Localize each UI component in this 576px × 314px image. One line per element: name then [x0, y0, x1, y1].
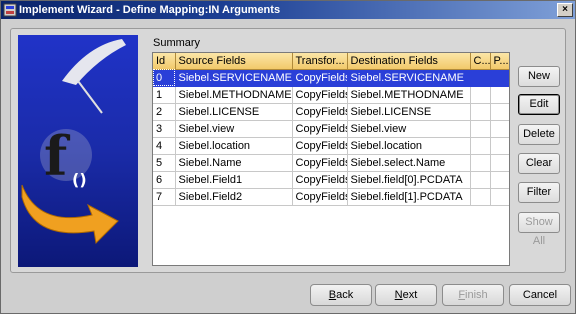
- wizard-window: Implement Wizard - Define Mapping:IN Arg…: [0, 0, 576, 314]
- cell-c: [470, 86, 491, 104]
- cell-c: [470, 69, 491, 87]
- cell-c: [470, 103, 491, 121]
- next-button[interactable]: Next: [375, 284, 437, 306]
- cell-id: 7: [153, 188, 176, 206]
- close-button[interactable]: ×: [557, 3, 573, 17]
- table-row[interactable]: 0 Siebel.SERVICENAME CopyFields Siebel.S…: [153, 69, 509, 87]
- edit-button[interactable]: Edit: [518, 94, 560, 115]
- table-row[interactable]: 2 Siebel.LICENSE CopyFields Siebel.LICEN…: [153, 103, 509, 121]
- cell-c: [470, 188, 491, 206]
- cell-destination: Siebel.SERVICENAME: [347, 69, 471, 87]
- back-label: ack: [336, 289, 354, 301]
- column-header-destination-fields[interactable]: Destination Fields: [347, 53, 471, 70]
- column-header-source-fields[interactable]: Source Fields: [175, 53, 293, 70]
- cell-transform: CopyFields: [292, 86, 348, 104]
- clear-button[interactable]: Clear: [518, 153, 560, 174]
- finish-button[interactable]: Finish: [442, 284, 504, 306]
- back-mnemonic: B: [328, 289, 337, 301]
- cell-transform: CopyFields: [292, 103, 348, 121]
- parens-glyph: (): [72, 170, 87, 189]
- table-row[interactable]: 7 Siebel.Field2 CopyFields Siebel.field[…: [153, 188, 509, 206]
- cell-transform: CopyFields: [292, 69, 348, 87]
- cell-source: Siebel.Name: [175, 154, 293, 172]
- table-header-row: Id Source Fields Transfor... Destination…: [153, 53, 509, 70]
- cell-transform: CopyFields: [292, 154, 348, 172]
- cell-destination: Siebel.METHODNAME: [347, 86, 471, 104]
- next-mnemonic: N: [394, 289, 403, 301]
- cell-id: 2: [153, 103, 176, 121]
- cell-c: [470, 171, 491, 189]
- delete-button[interactable]: Delete: [518, 124, 560, 145]
- table-row[interactable]: 6 Siebel.Field1 CopyFields Siebel.field[…: [153, 171, 509, 189]
- cell-c: [470, 120, 491, 138]
- cell-p: [490, 69, 509, 87]
- cell-transform: CopyFields: [292, 188, 348, 206]
- cell-source: Siebel.LICENSE: [175, 103, 293, 121]
- cell-id: 0: [153, 69, 176, 87]
- next-label: ext: [402, 289, 418, 301]
- cell-p: [490, 154, 509, 172]
- cell-source: Siebel.view: [175, 120, 293, 138]
- title-bar[interactable]: Implement Wizard - Define Mapping:IN Arg…: [1, 1, 575, 19]
- cell-id: 4: [153, 137, 176, 155]
- cell-transform: CopyFields: [292, 171, 348, 189]
- cell-transform: CopyFields: [292, 137, 348, 155]
- mapping-table[interactable]: Id Source Fields Transfor... Destination…: [152, 52, 510, 266]
- cell-p: [490, 103, 509, 121]
- cell-p: [490, 171, 509, 189]
- cell-source: Siebel.SERVICENAME: [175, 69, 293, 87]
- cell-destination: Siebel.LICENSE: [347, 103, 471, 121]
- cell-destination: Siebel.view: [347, 120, 471, 138]
- cell-p: [490, 137, 509, 155]
- table-row[interactable]: 3 Siebel.view CopyFields Siebel.view: [153, 120, 509, 138]
- cell-id: 1: [153, 86, 176, 104]
- cell-source: Siebel.METHODNAME: [175, 86, 293, 104]
- filter-button[interactable]: Filter: [518, 182, 560, 203]
- cell-destination: Siebel.field[1].PCDATA: [347, 188, 471, 206]
- new-button[interactable]: New: [518, 66, 560, 87]
- cell-source: Siebel.Field1: [175, 171, 293, 189]
- cell-id: 3: [153, 120, 176, 138]
- show-all-button[interactable]: Show All: [518, 212, 560, 247]
- window-title: Implement Wizard - Define Mapping:IN Arg…: [19, 4, 281, 16]
- cell-id: 6: [153, 171, 176, 189]
- cancel-button[interactable]: Cancel: [509, 284, 571, 306]
- cell-p: [490, 120, 509, 138]
- finish-label: inish: [465, 289, 488, 301]
- cell-c: [470, 154, 491, 172]
- cell-p: [490, 86, 509, 104]
- summary-label: Summary: [153, 37, 201, 49]
- column-header-transform[interactable]: Transfor...: [292, 53, 348, 70]
- cell-destination: Siebel.location: [347, 137, 471, 155]
- app-icon: [3, 3, 17, 17]
- cell-transform: CopyFields: [292, 120, 348, 138]
- function-illustration: f (): [18, 35, 138, 267]
- cell-source: Siebel.Field2: [175, 188, 293, 206]
- back-button[interactable]: Back: [310, 284, 372, 306]
- column-header-c[interactable]: C...: [470, 53, 491, 70]
- function-glyph: f: [44, 124, 71, 188]
- column-header-p[interactable]: P...: [490, 53, 509, 70]
- table-row[interactable]: 4 Siebel.location CopyFields Siebel.loca…: [153, 137, 509, 155]
- cell-source: Siebel.location: [175, 137, 293, 155]
- cell-p: [490, 188, 509, 206]
- cell-id: 5: [153, 154, 176, 172]
- table-row[interactable]: 5 Siebel.Name CopyFields Siebel.select.N…: [153, 154, 509, 172]
- table-row[interactable]: 1 Siebel.METHODNAME CopyFields Siebel.ME…: [153, 86, 509, 104]
- cell-destination: Siebel.field[0].PCDATA: [347, 171, 471, 189]
- cell-destination: Siebel.select.Name: [347, 154, 471, 172]
- column-header-id[interactable]: Id: [153, 53, 176, 70]
- cell-c: [470, 137, 491, 155]
